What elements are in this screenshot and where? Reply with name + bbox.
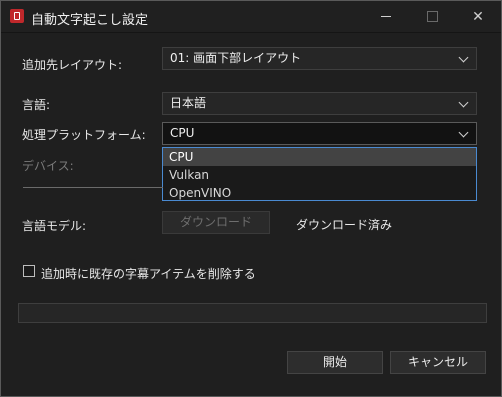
device-label: デバイス: <box>22 159 74 173</box>
settings-dialog: 自動文字起こし設定 ✕ 追加先レイアウト: 01: 画面下部レイアウト 言語: … <box>0 0 502 397</box>
platform-option-vulkan[interactable]: Vulkan <box>163 166 476 184</box>
title-bar[interactable]: 自動文字起こし設定 ✕ <box>1 1 501 33</box>
platform-option-openvino[interactable]: OpenVINO <box>163 184 476 202</box>
model-status: ダウンロード済み <box>296 218 393 232</box>
cancel-button[interactable]: キャンセル <box>390 351 486 374</box>
platform-label: 処理プラットフォーム: <box>22 128 146 142</box>
minimize-icon <box>381 16 391 17</box>
start-button[interactable]: 開始 <box>287 351 383 374</box>
platform-value: CPU <box>170 126 195 140</box>
platform-select[interactable]: CPU <box>162 122 477 145</box>
language-value: 日本語 <box>170 96 207 110</box>
window-title: 自動文字起こし設定 <box>31 13 149 28</box>
delete-existing-label[interactable]: 追加時に既存の字幕アイテムを削除する <box>41 265 256 282</box>
device-separator <box>23 187 163 188</box>
language-label: 言語: <box>22 98 51 112</box>
platform-option-cpu[interactable]: CPU <box>163 148 476 166</box>
chevron-down-icon <box>458 93 469 114</box>
model-label: 言語モデル: <box>22 219 87 233</box>
target-layout-label: 追加先レイアウト: <box>22 58 123 72</box>
chevron-down-icon <box>458 123 469 144</box>
download-button[interactable]: ダウンロード <box>162 211 270 234</box>
progress-bar <box>18 303 487 323</box>
language-select[interactable]: 日本語 <box>162 92 477 115</box>
target-layout-select[interactable]: 01: 画面下部レイアウト <box>162 47 477 70</box>
chevron-down-icon <box>458 48 469 69</box>
close-button[interactable]: ✕ <box>455 1 501 32</box>
minimize-button[interactable] <box>363 1 409 32</box>
maximize-icon <box>426 11 438 22</box>
delete-existing-checkbox[interactable] <box>23 265 35 277</box>
platform-dropdown-list: CPU Vulkan OpenVINO <box>162 147 477 201</box>
target-layout-value: 01: 画面下部レイアウト <box>170 51 302 65</box>
maximize-button <box>409 1 455 32</box>
app-icon <box>10 9 24 23</box>
